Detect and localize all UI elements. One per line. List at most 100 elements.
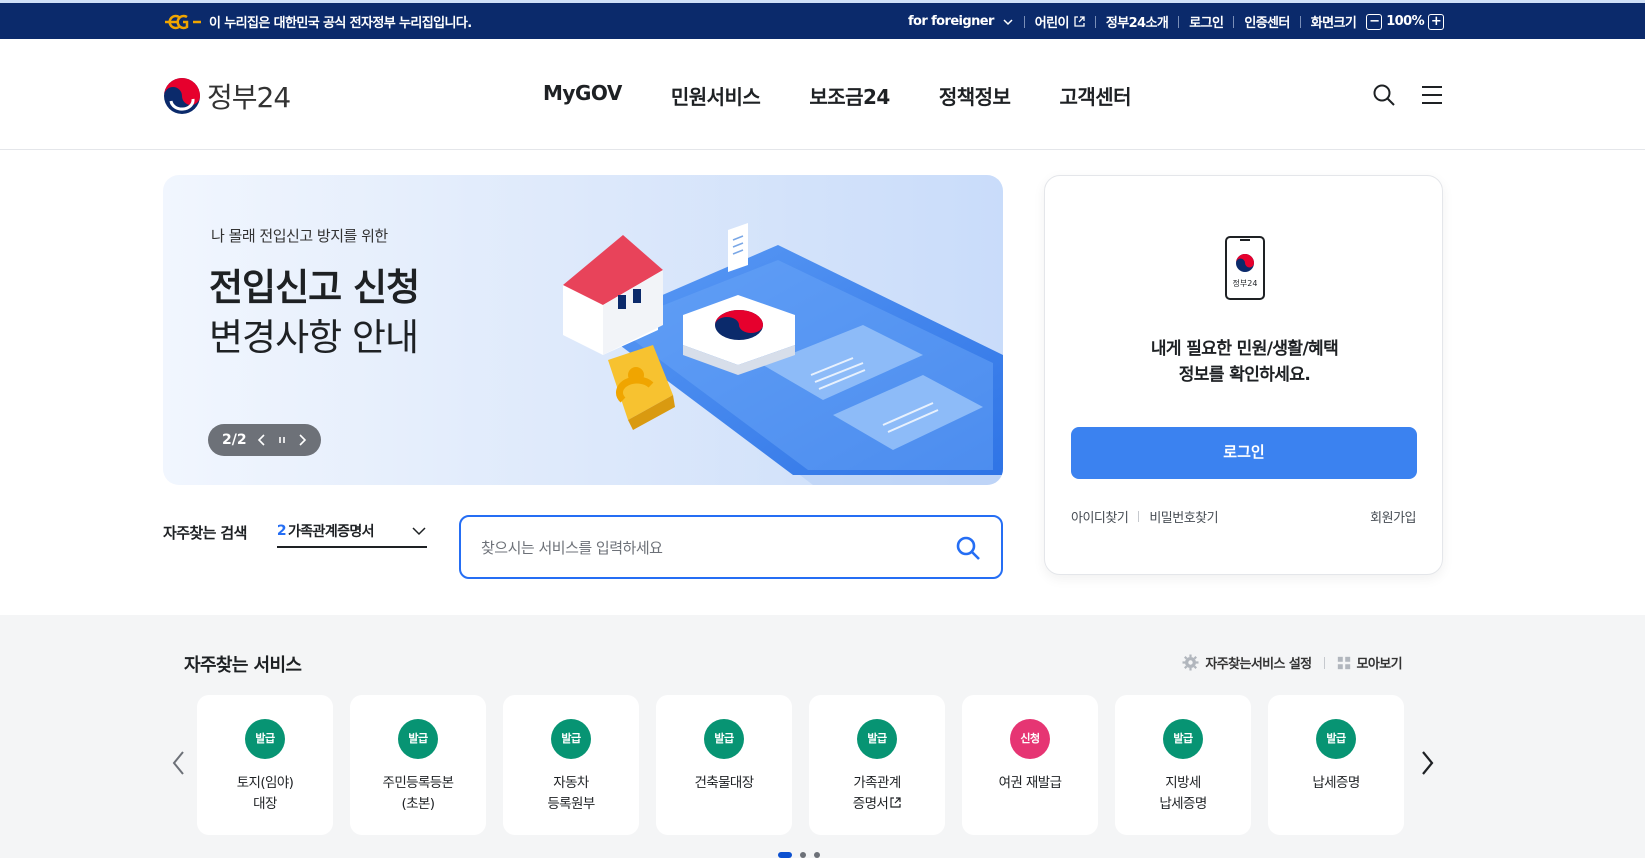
kids-link[interactable]: 어린이 — [1035, 12, 1070, 31]
service-label: 토지(임야) 대장 — [236, 775, 294, 812]
gear-icon — [1182, 654, 1199, 671]
service-label: 납세증명 — [1312, 775, 1360, 791]
zoom-value: 100% — [1386, 14, 1424, 29]
nav-civil-service[interactable]: 민원서비스 — [671, 81, 761, 110]
login-message-line2: 정보를 확인하세요. — [1178, 365, 1311, 385]
chevron-right-icon[interactable] — [1417, 748, 1437, 778]
issue-badge: 발급 — [857, 719, 897, 759]
service-card-family-certificate[interactable]: 발급 가족관계 증명서 — [809, 695, 945, 835]
issue-badge: 발급 — [1163, 719, 1203, 759]
nav-policy-info[interactable]: 정책정보 — [939, 81, 1011, 110]
for-foreigner-link[interactable]: for foreigner — [908, 14, 994, 29]
find-password-link[interactable]: 비밀번호찾기 — [1149, 507, 1218, 526]
divider — [1178, 15, 1180, 28]
service-card-building-register[interactable]: 발급 건축물대장 — [656, 695, 792, 835]
login-message-line1: 내게 필요한 민원/생활/혜택 — [1150, 339, 1339, 359]
login-button[interactable]: 로그인 — [1071, 427, 1417, 479]
frequent-services-tools: 자주찾는서비스 설정 모아보기 — [1182, 653, 1403, 672]
main-banner[interactable]: 나 몰래 전입신고 방지를 위한 전입신고 신청 변경사항 안내 2/2 — [163, 175, 1003, 485]
service-card-land-register[interactable]: 발급 토지(임야) 대장 — [197, 695, 333, 835]
service-settings-link[interactable]: 자주찾는서비스 설정 — [1205, 653, 1312, 672]
issue-badge: 발급 — [245, 719, 285, 759]
chevron-down-icon — [412, 527, 426, 536]
banner-subtitle: 나 몰래 전입신고 방지를 위한 — [211, 227, 388, 245]
service-cards: 발급 토지(임야) 대장 발급 주민등록등본 (초본) 발급 자동차 등록원부 … — [197, 695, 1404, 835]
egov-emblem-icon — [165, 14, 201, 29]
service-label: 가족관계 증명서 — [809, 773, 945, 815]
divider — [1299, 15, 1301, 28]
chevron-left-icon[interactable] — [169, 748, 189, 778]
pagination-dot-active[interactable] — [778, 852, 792, 858]
pagination-dot[interactable] — [800, 852, 806, 858]
svg-text:정부24: 정부24 — [1233, 278, 1258, 288]
login-card: 정부24 내게 필요한 민원/생활/혜택 정보를 확인하세요. 로그인 아이디찾… — [1044, 175, 1443, 575]
site-logo[interactable]: 정부24 — [163, 76, 291, 116]
issue-badge: 발급 — [704, 719, 744, 759]
site-header: 정부24 MyGOV 민원서비스 보조금24 정책정보 고객센터 — [0, 39, 1645, 150]
mobile-gov24-icon: 정부24 — [1225, 236, 1265, 300]
divider — [1094, 15, 1096, 28]
about-link[interactable]: 정부24소개 — [1106, 12, 1169, 31]
search-icon[interactable] — [1372, 83, 1396, 107]
view-all-link[interactable]: 모아보기 — [1357, 653, 1403, 672]
banner-controls: 2/2 — [208, 424, 321, 456]
service-label: 건축물대장 — [694, 775, 754, 791]
service-label: 여권 재발급 — [998, 775, 1062, 791]
grid-icon — [1337, 656, 1350, 669]
frequent-search-label: 자주찾는 검색 — [163, 523, 247, 542]
login-link[interactable]: 로그인 — [1189, 12, 1224, 31]
main-navigation: MyGOV 민원서비스 보조금24 정책정보 고객센터 — [543, 81, 1132, 110]
frequent-services-section: 자주찾는 서비스 자주찾는서비스 설정 모아보기 발급 토지(임야) 대장 발급… — [0, 615, 1645, 858]
taegeuk-logo-icon — [164, 78, 200, 114]
nav-mygov[interactable]: MyGOV — [543, 81, 622, 110]
zoom-out-button[interactable]: − — [1366, 13, 1383, 30]
nav-subsidy24[interactable]: 보조금24 — [809, 81, 890, 110]
divider — [1023, 15, 1025, 28]
search-input[interactable] — [481, 535, 941, 561]
external-link-icon — [890, 797, 901, 808]
frequent-services-title: 자주찾는 서비스 — [184, 655, 302, 676]
divider — [1233, 15, 1235, 28]
service-label: 지방세 납세증명 — [1159, 775, 1207, 812]
chevron-right-icon[interactable] — [297, 434, 307, 446]
chevron-down-icon — [1003, 18, 1013, 25]
frequent-search-keyword: 가족관계증명서 — [287, 524, 375, 540]
divider — [1323, 656, 1325, 669]
zoom-in-button[interactable]: + — [1428, 13, 1444, 30]
divider — [1138, 511, 1140, 522]
banner-title-line2: 변경사항 안내 — [209, 316, 419, 359]
service-card-vehicle-register[interactable]: 발급 자동차 등록원부 — [503, 695, 639, 835]
zoom-label: 화면크기 — [1310, 16, 1357, 31]
find-id-link[interactable]: 아이디찾기 — [1071, 507, 1129, 526]
search-box — [459, 515, 1003, 579]
login-message: 내게 필요한 민원/생활/혜택 정보를 확인하세요. — [1045, 336, 1444, 388]
service-label: 자동차 등록원부 — [547, 775, 595, 812]
pause-icon[interactable] — [277, 434, 287, 446]
banner-title-line1: 전입신고 신청 — [209, 266, 420, 309]
logo-text: 정부24 — [207, 81, 291, 114]
pagination-dot[interactable] — [814, 852, 820, 858]
frequent-search: 자주찾는 검색 2 가족관계증명서 — [163, 516, 427, 548]
notice-text: 이 누리집은 대한민국 공식 전자정부 누리집입니다. — [209, 16, 472, 31]
apply-badge: 신청 — [1010, 719, 1050, 759]
utility-menu: for foreigner 어린이 정부24소개 로그인 인증센터 화면크기 −… — [908, 12, 1448, 31]
service-label: 주민등록등본 (초본) — [382, 775, 455, 812]
hamburger-menu-icon[interactable] — [1420, 83, 1444, 107]
service-card-tax-certificate[interactable]: 발급 납세증명 — [1268, 695, 1404, 835]
nav-customer-center[interactable]: 고객센터 — [1059, 81, 1131, 110]
service-card-local-tax-certificate[interactable]: 발급 지방세 납세증명 — [1115, 695, 1251, 835]
search-icon[interactable] — [955, 535, 981, 561]
carousel-pagination — [778, 852, 820, 858]
cert-center-link[interactable]: 인증센터 — [1244, 12, 1290, 31]
signup-link[interactable]: 회원가입 — [1370, 507, 1416, 526]
account-links: 아이디찾기 비밀번호찾기 — [1071, 507, 1219, 526]
frequent-search-dropdown[interactable]: 2 가족관계증명서 — [276, 516, 427, 548]
service-card-passport-reissue[interactable]: 신청 여권 재발급 — [962, 695, 1098, 835]
issue-badge: 발급 — [398, 719, 438, 759]
banner-title: 전입신고 신청 변경사항 안내 — [209, 263, 420, 363]
official-notice: 이 누리집은 대한민국 공식 전자정부 누리집입니다. — [163, 12, 472, 31]
banner-page-indicator: 2/2 — [222, 432, 247, 448]
issue-badge: 발급 — [551, 719, 591, 759]
service-card-resident-register[interactable]: 발급 주민등록등본 (초본) — [350, 695, 486, 835]
chevron-left-icon[interactable] — [257, 434, 267, 446]
